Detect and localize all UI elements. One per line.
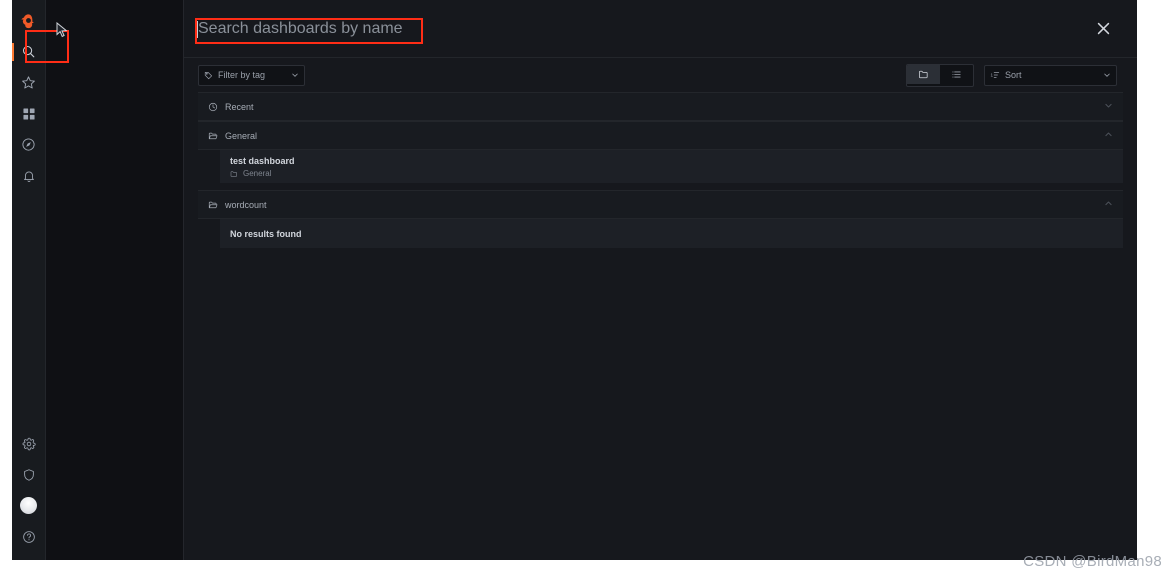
dashboard-search-overlay: Filter by tag: [183, 0, 1137, 560]
list-view-button[interactable]: [940, 65, 973, 84]
dashboard-list-item[interactable]: test dashboard General: [220, 150, 1123, 183]
view-mode-toggle-group: [906, 63, 974, 87]
grafana-logo-icon[interactable]: [12, 6, 45, 36]
section-title: wordcount: [225, 199, 267, 210]
chevron-down-icon: [1104, 101, 1113, 112]
tag-icon: [204, 71, 212, 79]
folder-open-icon: [208, 132, 218, 139]
main-navigation-sidebar: [12, 0, 46, 560]
dashboard-title: test dashboard: [230, 156, 295, 166]
dashboard-folder-label: General: [243, 169, 272, 178]
section-title: General: [225, 130, 258, 141]
active-indicator-bar: [12, 43, 14, 61]
sidebar-item-starred[interactable]: [12, 67, 45, 98]
chevron-down-icon: [292, 73, 298, 77]
sort-dropdown[interactable]: 1 Sort: [984, 64, 1117, 86]
close-search-button[interactable]: [1091, 17, 1115, 41]
section-header-general[interactable]: General: [198, 121, 1123, 150]
search-input[interactable]: [198, 15, 798, 42]
tag-filter-dropdown[interactable]: Filter by tag: [198, 64, 305, 86]
grafana-app-window: Filter by tag: [12, 0, 1137, 560]
section-body-wordcount: No results found: [198, 219, 1123, 248]
no-results-message: No results found: [220, 219, 1123, 248]
folder-icon: [230, 170, 237, 177]
mouse-cursor: [56, 21, 68, 43]
sidebar-top-group: [12, 0, 45, 191]
sidebar-item-search[interactable]: [12, 36, 45, 67]
section-title: Recent: [225, 101, 254, 112]
chevron-down-icon: [1104, 73, 1110, 77]
sidebar-item-server-admin[interactable]: [12, 459, 45, 490]
sidebar-item-help[interactable]: [12, 521, 45, 552]
search-toolbar: Filter by tag 1 Sort: [184, 58, 1137, 92]
sidebar-item-profile[interactable]: [12, 490, 45, 521]
sidebar-item-dashboards[interactable]: [12, 98, 45, 129]
text-caret: [197, 21, 198, 38]
clock-icon: [208, 102, 218, 111]
tag-filter-label: Filter by tag: [218, 70, 266, 80]
chevron-up-icon: [1104, 199, 1113, 210]
sort-amount-icon: 1: [991, 72, 1000, 78]
sort-label: Sort: [1005, 70, 1022, 80]
list-icon: [952, 71, 961, 77]
section-spacer: [198, 183, 1123, 190]
chevron-up-icon: [1104, 130, 1113, 141]
toolbar-right-controls: 1 Sort: [906, 63, 1117, 87]
sidebar-item-explore[interactable]: [12, 129, 45, 160]
folder-icon: [918, 70, 928, 78]
svg-text:1: 1: [991, 72, 994, 77]
sidebar-item-alerting[interactable]: [12, 160, 45, 191]
section-body-general: test dashboard General: [198, 150, 1123, 190]
search-header: [184, 0, 1137, 58]
dashboard-folder: General: [230, 169, 1113, 178]
section-header-recent[interactable]: Recent: [198, 92, 1123, 121]
folder-open-icon: [208, 201, 218, 208]
sidebar-bottom-group: [12, 428, 45, 552]
section-header-wordcount[interactable]: wordcount: [198, 190, 1123, 219]
user-avatar: [20, 497, 37, 514]
search-results-list: Recent General test dashboard General wo…: [184, 92, 1137, 248]
folder-view-button[interactable]: [907, 64, 940, 84]
sidebar-item-configuration[interactable]: [12, 428, 45, 459]
watermark-text: CSDN @BirdMan98: [1023, 553, 1162, 570]
